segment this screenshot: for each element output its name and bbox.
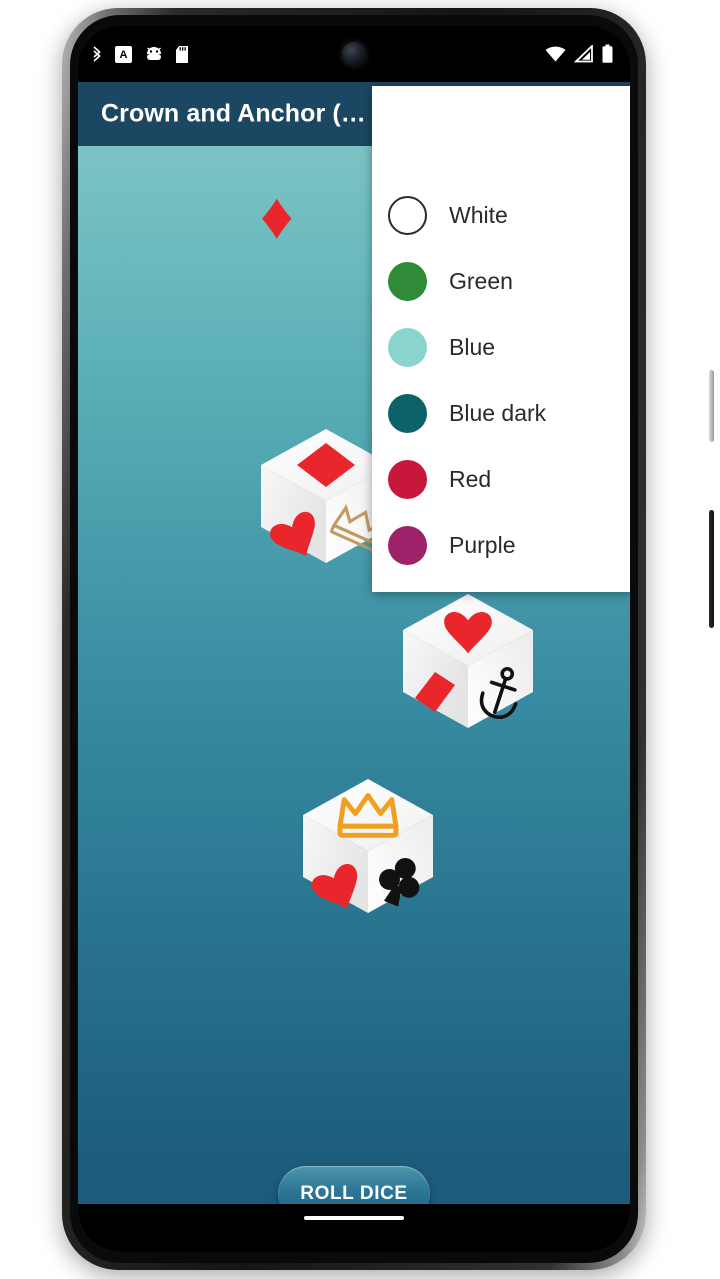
android-head-icon	[147, 47, 161, 60]
color-swatch-red-icon	[388, 459, 427, 499]
menu-item-blue[interactable]: Blue	[372, 314, 630, 380]
menu-item-white[interactable]: White	[372, 182, 630, 248]
color-dropdown-menu[interactable]: White Green Blue Blue dark Red Purple	[372, 86, 630, 592]
page-title: Crown and Anchor (…	[101, 99, 366, 128]
phone-screen: ♦ ♥ ♣	[78, 26, 630, 1252]
keyboard-a-icon: A	[115, 45, 132, 63]
color-swatch-green-icon	[388, 261, 427, 301]
status-bar-right-icons	[544, 26, 614, 82]
cellular-signal-icon	[574, 45, 593, 63]
battery-icon	[602, 44, 613, 63]
diamond-icon: ♦	[260, 178, 294, 252]
bluetooth-icon	[93, 46, 101, 62]
wifi-icon	[545, 46, 566, 62]
color-swatch-blue-dark-icon	[388, 393, 427, 433]
color-swatch-blue-icon	[388, 327, 427, 367]
menu-item-blue-dark[interactable]: Blue dark	[372, 380, 630, 446]
menu-item-green[interactable]: Green	[372, 248, 630, 314]
menu-item-label: Blue dark	[449, 399, 547, 426]
svg-text:A: A	[120, 49, 128, 61]
color-swatch-purple-icon	[388, 525, 427, 565]
volume-rocker-button[interactable]	[709, 510, 714, 628]
home-gesture-indicator[interactable]	[304, 1216, 404, 1220]
menu-item-label: White	[449, 201, 508, 228]
sd-card-icon	[176, 45, 188, 63]
color-swatch-white-icon	[388, 195, 427, 235]
die-2[interactable]	[393, 586, 543, 736]
screenshot-root: ♦ ♥ ♣	[0, 0, 720, 1279]
menu-item-label: Blue	[449, 333, 496, 360]
die-3[interactable]	[293, 771, 443, 921]
menu-item-red[interactable]: Red	[372, 446, 630, 512]
power-button[interactable]	[709, 370, 714, 442]
front-camera	[342, 42, 366, 66]
menu-item-label: Green	[449, 267, 513, 294]
navigation-bar	[78, 1204, 630, 1252]
menu-item-label: Red	[449, 465, 492, 492]
menu-item-label: Purple	[449, 531, 516, 558]
menu-item-purple[interactable]: Purple	[372, 512, 630, 578]
status-bar-left-icons: A	[90, 26, 190, 82]
